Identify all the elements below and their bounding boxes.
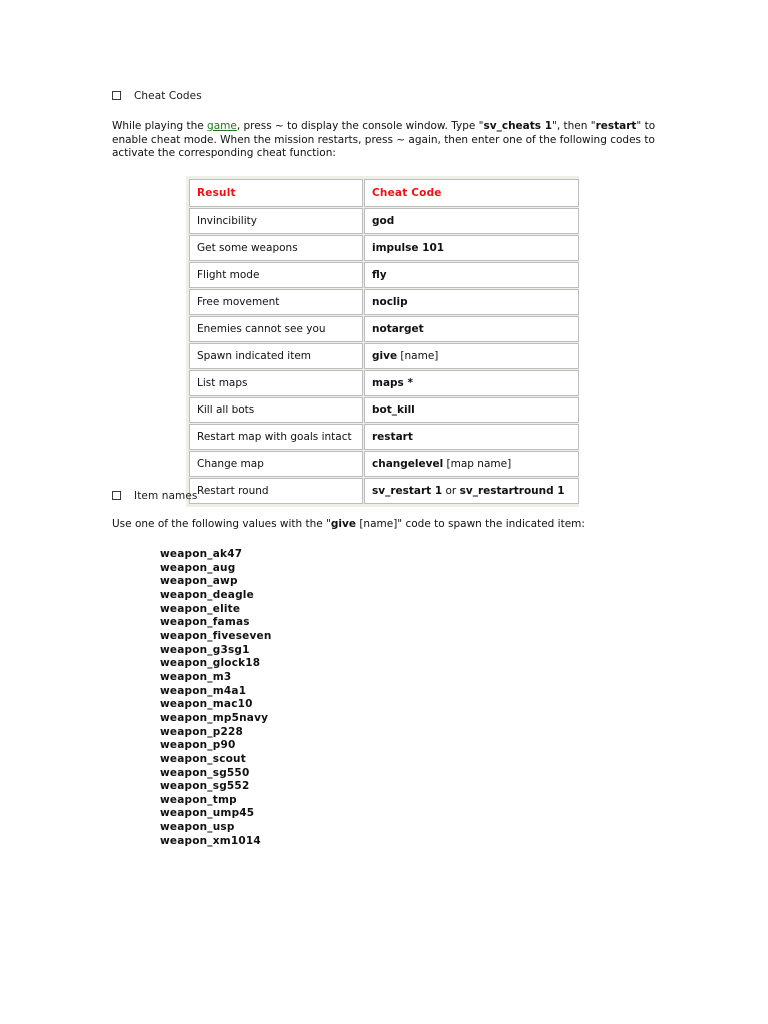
- weapon-names-list: weapon_ak47 weapon_aug weapon_awp weapon_de…: [160, 548, 272, 848]
- column-header-result: Result: [189, 179, 363, 207]
- cell-cheat-code: god: [364, 208, 579, 234]
- cell-result: Spawn indicated item: [189, 343, 363, 369]
- item-names-text-part1: Use one of the following values with the…: [112, 518, 331, 530]
- cell-result: Kill all bots: [189, 397, 363, 423]
- table-row: Change map changelevel [map name]: [189, 451, 579, 477]
- section-title: Cheat Codes: [134, 90, 202, 102]
- intro-text-part3: ", then ": [552, 120, 596, 132]
- cell-result: Get some weapons: [189, 235, 363, 261]
- cell-cheat-code: impulse 101: [364, 235, 579, 261]
- weapon-name-item: weapon_fiveseven: [160, 629, 272, 642]
- cell-cheat-code: bot_kill: [364, 397, 579, 423]
- code-bold-alt: sv_restartround 1: [459, 484, 565, 497]
- hollow-square-bullet-icon: [112, 90, 121, 100]
- cell-cheat-code: fly: [364, 262, 579, 288]
- table-row: Flight mode fly: [189, 262, 579, 288]
- item-names-paragraph: Use one of the following values with the…: [112, 518, 658, 532]
- weapon-name-item: weapon_ump45: [160, 807, 255, 820]
- code-plain: [name]: [397, 349, 439, 362]
- weapon-name-item: weapon_mac10: [160, 698, 253, 711]
- weapon-name-item: weapon_m3: [160, 670, 232, 683]
- hollow-square-bullet-icon: [112, 490, 121, 500]
- section-heading-item-names: Item names: [112, 489, 198, 503]
- table-header-row: Result Cheat Code: [189, 179, 579, 207]
- code-bold: bot_kill: [372, 403, 415, 416]
- weapon-name-item: weapon_ak47: [160, 548, 243, 560]
- table-row: Enemies cannot see you notarget: [189, 316, 579, 342]
- table-row: Restart map with goals intact restart: [189, 424, 579, 450]
- code-separator: or: [442, 484, 460, 497]
- weapon-name-item: weapon_tmp: [160, 793, 237, 806]
- cell-cheat-code: sv_restart 1 or sv_restartround 1: [364, 478, 579, 504]
- game-link[interactable]: game: [207, 120, 237, 132]
- cell-result: Restart round: [189, 478, 363, 504]
- weapon-name-item: weapon_m4a1: [160, 684, 247, 697]
- weapon-name-item: weapon_aug: [160, 561, 236, 574]
- code-bold: maps *: [372, 376, 413, 389]
- cell-cheat-code: notarget: [364, 316, 579, 342]
- intro-text-part1: While playing the: [112, 120, 208, 132]
- table-row: Invincibility god: [189, 208, 579, 234]
- section-heading-cheat-codes: Cheat Codes: [112, 89, 202, 103]
- cell-result: Invincibility: [189, 208, 363, 234]
- weapon-name-item: weapon_g3sg1: [160, 643, 250, 656]
- code-plain: [map name]: [443, 457, 512, 470]
- cell-cheat-code: give [name]: [364, 343, 579, 369]
- code-bold: noclip: [372, 295, 408, 308]
- intro-paragraph: While playing the game, press ~ to displ…: [112, 120, 658, 161]
- table-row: List maps maps *: [189, 370, 579, 396]
- code-bold: fly: [372, 268, 387, 281]
- table-row: Get some weapons impulse 101: [189, 235, 579, 261]
- code-bold: give: [372, 349, 398, 362]
- weapon-name-item: weapon_awp: [160, 575, 238, 588]
- cell-cheat-code: noclip: [364, 289, 579, 315]
- intro-bold-sv-cheats: sv_cheats 1: [483, 120, 552, 132]
- cell-result: Flight mode: [189, 262, 363, 288]
- weapon-name-item: weapon_sg552: [160, 780, 250, 793]
- table-row: Spawn indicated item give [name]: [189, 343, 579, 369]
- table-row: Restart round sv_restart 1 or sv_restartr…: [189, 478, 579, 504]
- column-header-cheat-code: Cheat Code: [364, 179, 579, 207]
- cell-result: Change map: [189, 451, 363, 477]
- code-bold: changelevel: [372, 457, 444, 470]
- code-bold: restart: [372, 430, 413, 443]
- cheat-codes-table: Result Cheat Code Invincibility god Get so…: [188, 178, 580, 505]
- code-bold: impulse 101: [372, 241, 445, 254]
- document-page: Cheat Codes While playing the game, pres…: [0, 0, 768, 1024]
- weapon-name-item: weapon_famas: [160, 616, 250, 629]
- item-names-text-part2: [name]" code to spawn the indicated item…: [356, 518, 585, 530]
- table-row: Kill all bots bot_kill: [189, 397, 579, 423]
- cell-result: Enemies cannot see you: [189, 316, 363, 342]
- cheat-codes-table-container: Result Cheat Code Invincibility god Get so…: [186, 176, 579, 507]
- intro-bold-restart: restart: [595, 120, 637, 132]
- cell-result: Free movement: [189, 289, 363, 315]
- code-bold: sv_restart 1: [372, 484, 443, 497]
- cell-cheat-code: changelevel [map name]: [364, 451, 579, 477]
- weapon-name-item: weapon_usp: [160, 821, 235, 834]
- weapon-name-item: weapon_deagle: [160, 588, 254, 601]
- cell-cheat-code: restart: [364, 424, 579, 450]
- weapon-name-item: weapon_mp5navy: [160, 711, 269, 724]
- weapon-name-item: weapon_glock18: [160, 657, 261, 670]
- cell-result: Restart map with goals intact: [189, 424, 363, 450]
- section-title: Item names: [134, 490, 198, 502]
- weapon-name-item: weapon_scout: [160, 752, 246, 765]
- code-bold: notarget: [372, 322, 424, 335]
- weapon-name-item: weapon_xm1014: [160, 834, 261, 847]
- cheat-table-body: Result Cheat Code Invincibility god Get so…: [189, 179, 579, 504]
- weapon-name-item: weapon_p90: [160, 739, 236, 752]
- table-row: Free movement noclip: [189, 289, 579, 315]
- weapon-name-item: weapon_elite: [160, 602, 241, 615]
- weapon-name-item: weapon_p228: [160, 725, 243, 738]
- item-names-bold-give: give: [330, 518, 356, 530]
- weapon-name-item: weapon_sg550: [160, 766, 250, 779]
- cell-result: List maps: [189, 370, 363, 396]
- code-bold: god: [372, 214, 395, 227]
- cell-cheat-code: maps *: [364, 370, 579, 396]
- intro-text-part2: , press ~ to display the console window.…: [236, 120, 484, 132]
